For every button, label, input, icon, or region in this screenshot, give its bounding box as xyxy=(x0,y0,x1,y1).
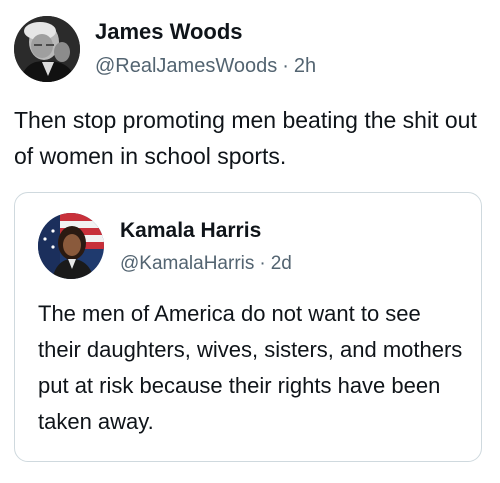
quoted-author-name[interactable]: Kamala Harris xyxy=(120,217,261,245)
avatar[interactable] xyxy=(14,16,80,82)
author-meta: @RealJamesWoods · 2h xyxy=(95,53,316,79)
profile-photo-icon xyxy=(14,16,80,82)
meta-separator: · xyxy=(282,55,289,77)
quoted-avatar[interactable] xyxy=(38,213,104,279)
timestamp[interactable]: 2h xyxy=(294,55,316,77)
tweet[interactable]: James Woods @RealJamesWoods · 2h Then stop… xyxy=(0,0,500,483)
quoted-timestamp[interactable]: 2d xyxy=(271,253,292,274)
tweet-text: Then stop promoting men beating the shit… xyxy=(14,107,477,169)
quoted-author-meta: @KamalaHarris · 2d xyxy=(120,251,292,277)
profile-photo-icon xyxy=(38,213,104,279)
author-name[interactable]: James Woods xyxy=(95,18,243,46)
author-handle[interactable]: @RealJamesWoods xyxy=(95,55,277,77)
quoted-author-handle[interactable]: @KamalaHarris xyxy=(120,253,254,274)
quoted-tweet-card[interactable]: Kamala Harris @KamalaHarris · 2d The men o… xyxy=(14,192,482,462)
quoted-meta-separator: · xyxy=(259,253,266,274)
quoted-tweet-text: The men of America do not want to see th… xyxy=(38,301,463,434)
